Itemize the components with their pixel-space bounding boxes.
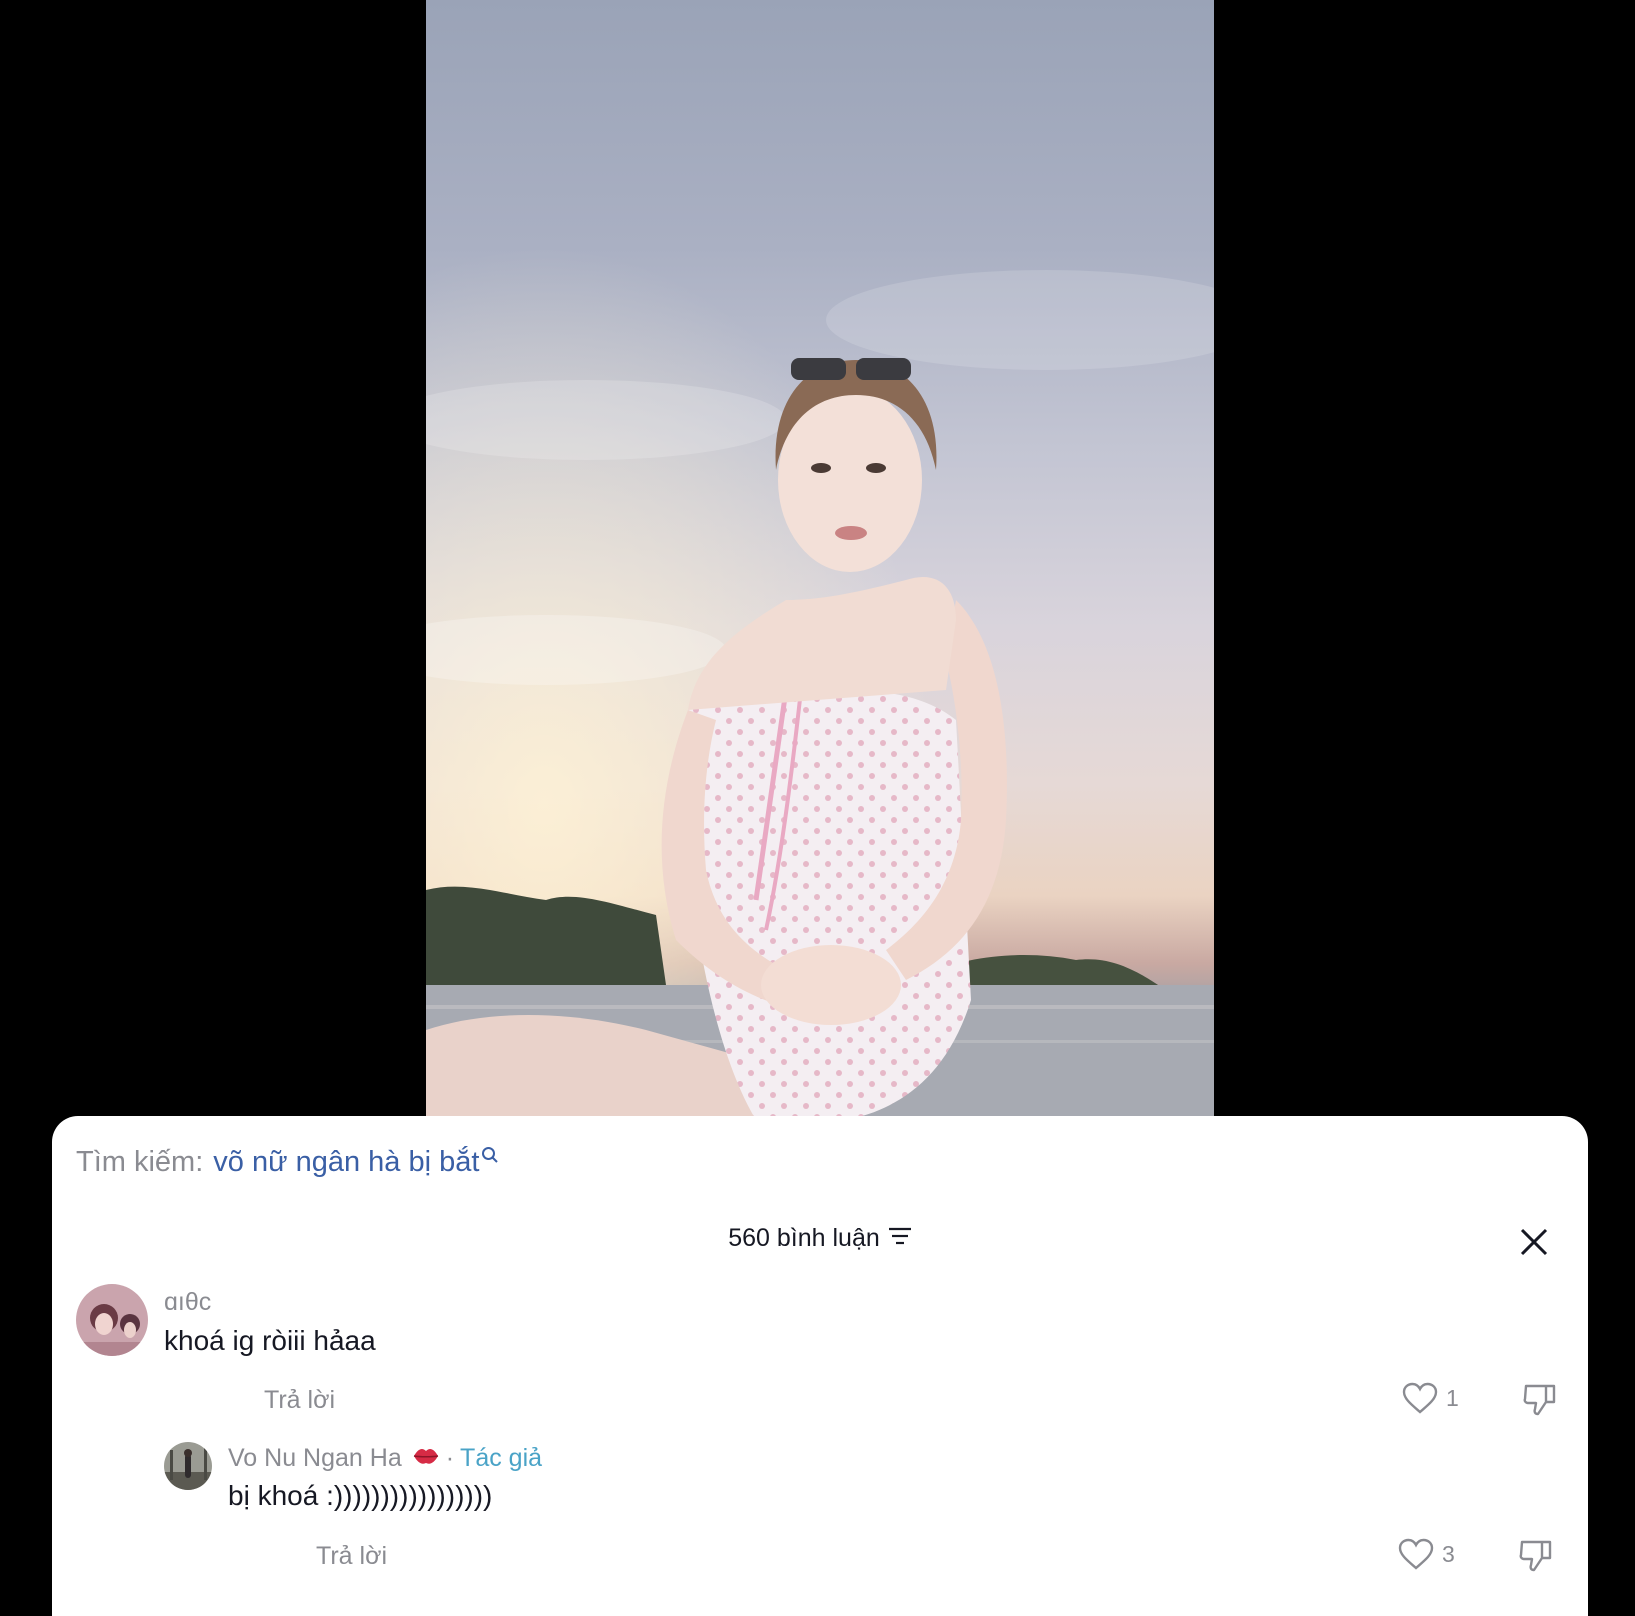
reply-text: bị khoá :))))))))))))))))) xyxy=(228,1480,493,1511)
heart-icon xyxy=(1402,1382,1438,1414)
like-count: 3 xyxy=(1442,1540,1455,1567)
comment-count-label: 560 bình luận xyxy=(728,1224,880,1252)
close-icon xyxy=(1520,1228,1548,1256)
thumbs-down-icon xyxy=(1523,1384,1556,1416)
comment-username[interactable]: ɑıθϲ xyxy=(164,1288,211,1317)
close-button[interactable] xyxy=(1518,1226,1550,1258)
like-button[interactable]: 3 xyxy=(1398,1538,1455,1570)
comment-text: khoá ig ròiii hảaa xyxy=(164,1325,376,1356)
heart-icon xyxy=(1398,1538,1434,1570)
reply-username-row: Vo Nu Ngan Ha · Tác giả xyxy=(228,1444,542,1474)
dislike-button[interactable] xyxy=(1518,1538,1554,1577)
video-frame-image xyxy=(426,0,1214,1120)
sort-filter-icon[interactable] xyxy=(888,1224,912,1253)
like-button[interactable]: 1 xyxy=(1402,1382,1459,1414)
kiss-lips-icon xyxy=(412,1445,440,1474)
comment-count: 560 bình luận xyxy=(728,1224,912,1253)
reply-button[interactable]: Trả lời xyxy=(264,1386,335,1415)
search-prefix: Tìm kiếm: xyxy=(76,1146,204,1178)
thumbs-down-icon xyxy=(1519,1540,1552,1572)
reply-username[interactable]: Vo Nu Ngan Ha xyxy=(228,1444,402,1472)
avatar[interactable] xyxy=(164,1442,212,1490)
search-icon xyxy=(481,1139,499,1172)
author-tag: Tác giả xyxy=(460,1444,543,1472)
like-count: 1 xyxy=(1446,1384,1459,1411)
video-player[interactable] xyxy=(426,0,1214,1120)
reply-button[interactable]: Trả lời xyxy=(316,1542,387,1571)
search-suggestion[interactable]: Tìm kiếm: võ nữ ngân hà bị bắt xyxy=(76,1146,499,1179)
comments-sheet: Tìm kiếm: võ nữ ngân hà bị bắt 560 bình … xyxy=(52,1116,1588,1616)
comments-header: 560 bình luận xyxy=(52,1224,1588,1268)
separator-dot: · xyxy=(445,1444,455,1472)
search-query-link[interactable]: võ nữ ngân hà bị bắt xyxy=(213,1146,479,1179)
avatar[interactable] xyxy=(76,1284,148,1356)
dislike-button[interactable] xyxy=(1522,1382,1558,1421)
